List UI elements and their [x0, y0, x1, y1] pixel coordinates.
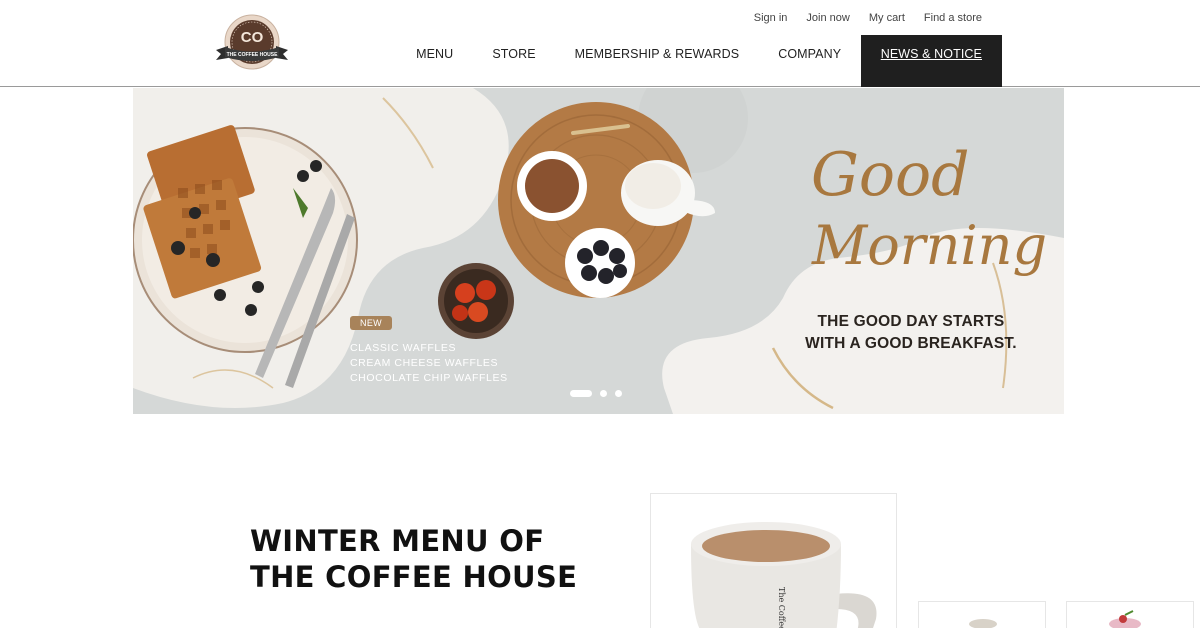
new-badge: NEW	[350, 316, 392, 330]
slider-dot-3[interactable]	[615, 390, 622, 397]
nav-membership-rewards[interactable]: MEMBERSHIP & REWARDS	[555, 35, 759, 87]
nav-store[interactable]: STORE	[473, 35, 555, 87]
join-now-link[interactable]: Join now	[806, 12, 849, 24]
hero-artwork: Good Morning	[133, 88, 1064, 414]
script-good: Good	[811, 140, 970, 210]
hero-slide[interactable]: Good Morning NEW CLASSIC WAFFLES CREAM C…	[133, 88, 1064, 414]
nav-company[interactable]: COMPANY	[759, 35, 861, 87]
slider-dot-1[interactable]	[570, 390, 592, 397]
utility-nav: Sign in Join now My cart Find a store	[735, 12, 982, 24]
product-card-mug[interactable]: The Coffee	[650, 493, 897, 628]
section-title-line-1: WINTER MENU OF	[250, 524, 545, 558]
my-cart-link[interactable]: My cart	[869, 12, 905, 24]
berry-drink-image	[1109, 610, 1141, 628]
glass-image	[969, 619, 997, 628]
sign-in-link[interactable]: Sign in	[754, 12, 788, 24]
waffle-item-cream-cheese: CREAM CHEESE WAFFLES	[350, 357, 499, 369]
hero-banner: Good Morning NEW CLASSIC WAFFLES CREAM C…	[0, 88, 1200, 414]
product-card-glass[interactable]	[918, 601, 1046, 628]
logo-mark: CO	[241, 29, 264, 46]
find-store-link[interactable]: Find a store	[924, 12, 982, 24]
script-morning: Morning	[811, 214, 1047, 277]
slider-pagination	[570, 390, 622, 397]
main-nav: MENU STORE MEMBERSHIP & REWARDS COMPANY …	[397, 35, 1002, 87]
coffee-house-logo[interactable]: CO THE COFFEE HOUSE	[214, 12, 290, 74]
waffle-item-classic: CLASSIC WAFFLES	[350, 342, 457, 354]
mug-image: The Coffee	[651, 494, 896, 628]
nav-news-notice[interactable]: NEWS & NOTICE	[860, 35, 1002, 87]
nav-menu[interactable]: MENU	[397, 35, 473, 87]
site-header: CO THE COFFEE HOUSE Sign in Join now My …	[0, 0, 1200, 87]
winter-menu-title: WINTER MENU OF THE COFFEE HOUSE	[250, 523, 577, 595]
waffle-list: CLASSIC WAFFLES CREAM CHEESE WAFFLES CHO…	[350, 341, 508, 386]
hero-headline: THE GOOD DAY STARTS WITH A GOOD BREAKFAS…	[796, 311, 1026, 355]
logo-text: THE COFFEE HOUSE	[227, 52, 279, 58]
section-title-line-2: THE COFFEE HOUSE	[250, 560, 578, 594]
waffle-item-chocolate-chip: CHOCOLATE CHIP WAFFLES	[350, 372, 508, 384]
mug-print: The Coffee	[777, 587, 786, 628]
headline-line-2: WITH A GOOD BREAKFAST.	[805, 335, 1017, 352]
headline-line-1: THE GOOD DAY STARTS	[817, 313, 1005, 330]
slider-dot-2[interactable]	[600, 390, 607, 397]
product-card-berry-drink[interactable]	[1066, 601, 1194, 628]
